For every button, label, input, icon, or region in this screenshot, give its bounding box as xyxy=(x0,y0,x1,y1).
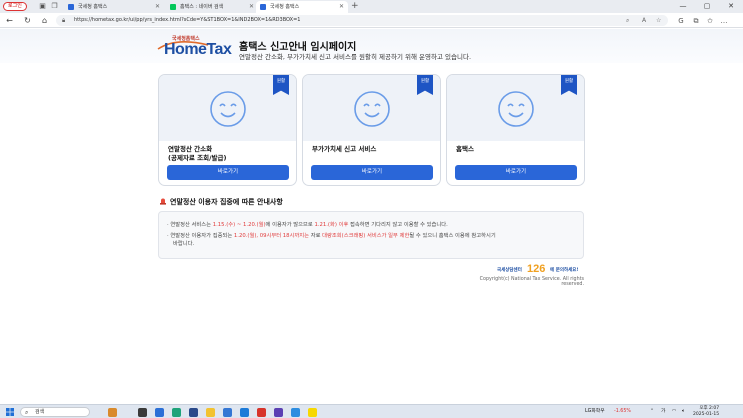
app-icon[interactable] xyxy=(257,408,266,417)
profile-button[interactable]: 로그인 xyxy=(3,2,27,11)
new-tab-button[interactable]: + xyxy=(351,1,359,12)
address-bar-row: ← ↻ ⌂ 🔒︎ https://hometax.go.kr/ui/pp/yrs… xyxy=(0,13,743,28)
go-button-hometax[interactable]: 바로가기 xyxy=(455,165,577,180)
card-label: 부가가치세 신고 서비스 xyxy=(312,145,377,153)
card-yearend-settlement: 원활 연말정산 간소화 (공제자료 조회/발급) 바로가기 xyxy=(158,74,297,186)
more-menu-icon[interactable]: … xyxy=(719,16,729,26)
app-icon[interactable] xyxy=(274,408,283,417)
app-icon[interactable] xyxy=(189,408,198,417)
briefcase-app-icon[interactable] xyxy=(108,408,117,417)
call-center-number: 126 xyxy=(527,263,546,275)
minimize-icon[interactable]: — xyxy=(671,0,695,13)
tab-actions-icon[interactable]: ❐ xyxy=(50,2,59,11)
favorite-star-icon[interactable]: ☆ xyxy=(656,15,661,26)
workspaces-icon[interactable]: ▣ xyxy=(38,2,47,11)
close-tab-icon[interactable]: ✕ xyxy=(339,1,344,13)
card-hometax: 원활 홈택스 바로가기 xyxy=(446,74,585,186)
app-icon[interactable] xyxy=(223,408,232,417)
page-description: 연말정산 간소화, 부가가치세 신고 서비스를 원활히 제공하기 위해 운영하고… xyxy=(239,53,472,61)
wifi-icon[interactable]: ◠ xyxy=(672,405,676,418)
copyright-text: Copyright(c) National Tax Service. All r… xyxy=(479,277,584,287)
chrome-icon[interactable] xyxy=(291,408,300,417)
tab-hometax-active[interactable]: 국세청 홈택스 ✕ xyxy=(256,1,348,13)
tray-chevron-icon[interactable]: ⌃ xyxy=(650,405,654,418)
hometax-favicon-icon xyxy=(260,4,266,10)
notice-title: 연말정산 이용자 집중에 따른 안내사항 xyxy=(170,198,283,206)
outlook-icon[interactable] xyxy=(240,408,249,417)
app-icon[interactable] xyxy=(155,408,164,417)
extension-icon[interactable]: G xyxy=(676,16,686,26)
go-button-vat[interactable]: 바로가기 xyxy=(311,165,433,180)
smile-face-icon xyxy=(210,91,246,127)
close-window-icon[interactable]: ✕ xyxy=(719,0,743,13)
hometax-favicon-icon xyxy=(68,4,74,10)
favorites-icon[interactable]: ✩ xyxy=(705,16,715,26)
card-label: 연말정산 간소화 (공제자료 조회/발급) xyxy=(168,145,227,162)
notice-line-2: · 연말정산 이용자가 집중되는 1.20.(월), 09시부터 18시까지는 … xyxy=(167,233,496,239)
url-text: https://hometax.go.kr/ui/pp/yrs_index.ht… xyxy=(74,17,301,23)
card-label: 홈택스 xyxy=(456,145,474,153)
taskbar-clock[interactable]: 오후 2:07 2025-01-15 xyxy=(693,406,719,418)
close-tab-icon[interactable]: ✕ xyxy=(155,1,160,13)
hometax-logo[interactable]: 국세청홈택스 HomeTax xyxy=(156,35,232,60)
taskbar-search-input[interactable]: ⌕ 검색 xyxy=(20,407,90,417)
call-center-banner[interactable]: 국세상담센터 126 에 문의하세요! xyxy=(497,263,584,277)
siren-icon xyxy=(160,198,166,205)
stock-ticker-name: LG화학우 xyxy=(585,409,605,414)
maximize-icon[interactable]: ▢ xyxy=(695,0,719,13)
smile-face-icon xyxy=(498,91,534,127)
kakaotalk-icon[interactable] xyxy=(308,408,317,417)
language-indicator[interactable]: 가 xyxy=(661,405,665,418)
split-screen-icon[interactable]: ⧉ xyxy=(691,16,701,26)
read-aloud-icon[interactable]: A xyxy=(642,15,646,26)
url-input[interactable]: 🔒︎ https://hometax.go.kr/ui/pp/yrs_index… xyxy=(56,15,668,26)
go-button-yearend[interactable]: 바로가기 xyxy=(167,165,289,180)
windows-start-icon[interactable] xyxy=(6,408,14,416)
speaker-icon[interactable]: 🔈︎ xyxy=(682,405,685,418)
lock-icon: 🔒︎ xyxy=(62,17,66,24)
file-explorer-icon[interactable] xyxy=(206,408,215,417)
windows-taskbar: ⌕ 검색 LG화학우 -1.65% ⌃ 가 ◠ 🔈︎ 오후 2:07 2025-… xyxy=(0,404,743,418)
back-icon[interactable]: ← xyxy=(4,15,15,26)
search-icon: ⌕ xyxy=(25,409,29,416)
close-tab-icon[interactable]: ✕ xyxy=(249,1,254,13)
edge-browser-icon[interactable] xyxy=(172,408,181,417)
logo-text: HomeTax xyxy=(164,41,232,58)
task-view-icon[interactable] xyxy=(138,408,147,417)
tab-hometax-1[interactable]: 국세청 홈택스 ✕ xyxy=(64,1,164,13)
stock-ticker-change: -1.65% xyxy=(614,409,631,414)
notice-line-3: 바랍니다. xyxy=(173,241,195,247)
page-header: 국세청홈택스 HomeTax 홈택스 신고안내 임시페이지 연말정산 간소화, … xyxy=(0,29,743,63)
zoom-icon[interactable]: ⌕ xyxy=(626,15,629,26)
notice-box: · 연말정산 서비스는 1.15.(수) ~ 1.20.(월)에 이용자가 많으… xyxy=(158,211,584,259)
refresh-icon[interactable]: ↻ xyxy=(22,15,33,26)
browser-tab-bar: 로그인 ▣ ❐ 국세청 홈택스 ✕ 홈택스 : 네이버 검색 ✕ 국세청 홈택스… xyxy=(0,0,743,13)
notice-line-1: · 연말정산 서비스는 1.15.(수) ~ 1.20.(월)에 이용자가 많으… xyxy=(167,222,448,228)
page-content: 국세청홈택스 HomeTax 홈택스 신고안내 임시페이지 연말정산 간소화, … xyxy=(0,29,743,404)
home-icon[interactable]: ⌂ xyxy=(39,15,50,26)
smile-face-icon xyxy=(354,91,390,127)
card-vat-filing: 원활 부가가치세 신고 서비스 바로가기 xyxy=(302,74,441,186)
naver-favicon-icon xyxy=(170,4,176,10)
tab-naver-search[interactable]: 홈택스 : 네이버 검색 ✕ xyxy=(166,1,258,13)
